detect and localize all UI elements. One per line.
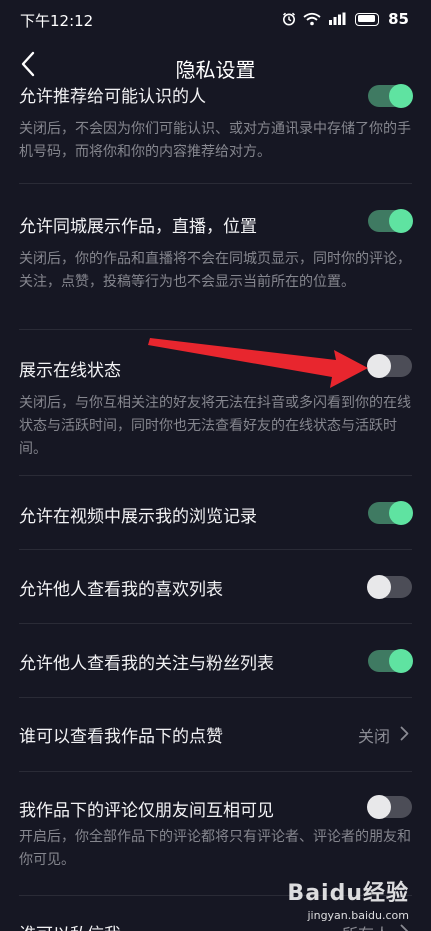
who-can-message-value[interactable]: 所有人 — [342, 921, 409, 931]
wifi-icon — [303, 12, 321, 26]
setting-title: 展示在线状态 — [19, 361, 121, 381]
signal-icon — [328, 12, 348, 26]
setting-title: 谁可以查看我作品下的点赞 — [19, 727, 223, 747]
chevron-right-icon — [400, 726, 409, 745]
setting-value: 所有人 — [342, 921, 390, 931]
online-status-toggle[interactable] — [367, 354, 412, 378]
setting-description: 关闭后，与你互相关注的好友将无法在抖音或多闪看到你的在线状态与活跃时间，同时你也… — [19, 395, 411, 457]
setting-nearby-display: 允许同城展示作品，直播，位置 关闭后，你的作品和直播将不会在同城页显示，同时你的… — [0, 184, 431, 330]
likes-list-toggle[interactable] — [367, 575, 412, 599]
settings-list[interactable]: 允许推荐给可能认识的人 关闭后，不会因为你们可能认识、或对方通讯录中存储了你的手… — [0, 76, 431, 931]
setting-likes-visibility[interactable]: 谁可以查看我作品下的点赞 关闭 — [0, 698, 431, 772]
setting-title: 允许他人查看我的关注与粉丝列表 — [19, 654, 274, 674]
toggle-knob — [389, 209, 413, 233]
alarm-icon — [282, 12, 296, 26]
setting-online-status: 展示在线状态 关闭后，与你互相关注的好友将无法在抖音或多闪看到你的在线状态与活跃… — [0, 330, 431, 476]
setting-title: 允许推荐给可能认识的人 — [19, 87, 206, 107]
toggle-knob — [389, 84, 413, 108]
setting-title: 允许在视频中展示我的浏览记录 — [19, 507, 257, 527]
setting-title: 允许同城展示作品，直播，位置 — [19, 217, 257, 237]
status-bar: 下午12:12 85 — [0, 0, 431, 38]
toggle-knob — [389, 501, 413, 525]
setting-title: 我作品下的评论仅朋友间互相可见 — [19, 801, 274, 821]
setting-follow-list: 允许他人查看我的关注与粉丝列表 — [0, 624, 431, 698]
chevron-right-icon — [400, 924, 409, 931]
setting-browse-history: 允许在视频中展示我的浏览记录 — [0, 476, 431, 550]
likes-visibility-value[interactable]: 关闭 — [358, 723, 409, 747]
toggle-knob — [389, 649, 413, 673]
comments-friends-only-toggle[interactable] — [367, 795, 412, 819]
setting-description: 关闭后，不会因为你们可能认识、或对方通讯录中存储了你的手机号码，而将你和你的内容… — [19, 121, 411, 160]
battery-level: 85 — [388, 10, 409, 28]
recommend-acquaintances-toggle[interactable] — [368, 84, 413, 108]
toggle-knob — [367, 795, 391, 819]
setting-likes-list: 允许他人查看我的喜欢列表 — [0, 550, 431, 624]
browse-history-toggle[interactable] — [368, 501, 413, 525]
setting-title: 允许他人查看我的喜欢列表 — [19, 580, 223, 600]
setting-value: 关闭 — [357, 727, 390, 746]
status-icons — [282, 10, 379, 28]
setting-recommend-acquaintances: 允许推荐给可能认识的人 关闭后，不会因为你们可能认识、或对方通讯录中存储了你的手… — [0, 76, 431, 184]
setting-description: 关闭后，你的作品和直播将不会在同城页显示，同时你的评论，关注，点赞，投稿等行为也… — [19, 251, 411, 290]
watermark-url: jingyan.baidu.com — [307, 909, 409, 922]
setting-description: 开启后，你全部作品下的评论都将只有评论者、评论者的朋友和你可见。 — [19, 829, 411, 868]
status-time: 下午12:12 — [20, 12, 94, 30]
watermark-logo: Baidu经验 — [287, 881, 409, 906]
toggle-knob — [367, 575, 391, 599]
baidu-watermark: Baidu经验 jingyan.baidu.com — [287, 875, 409, 922]
toggle-knob — [367, 354, 391, 378]
setting-title: 谁可以私信我 — [19, 920, 121, 931]
nearby-display-toggle[interactable] — [368, 209, 413, 233]
battery-icon — [355, 12, 379, 26]
follow-list-toggle[interactable] — [368, 649, 413, 673]
